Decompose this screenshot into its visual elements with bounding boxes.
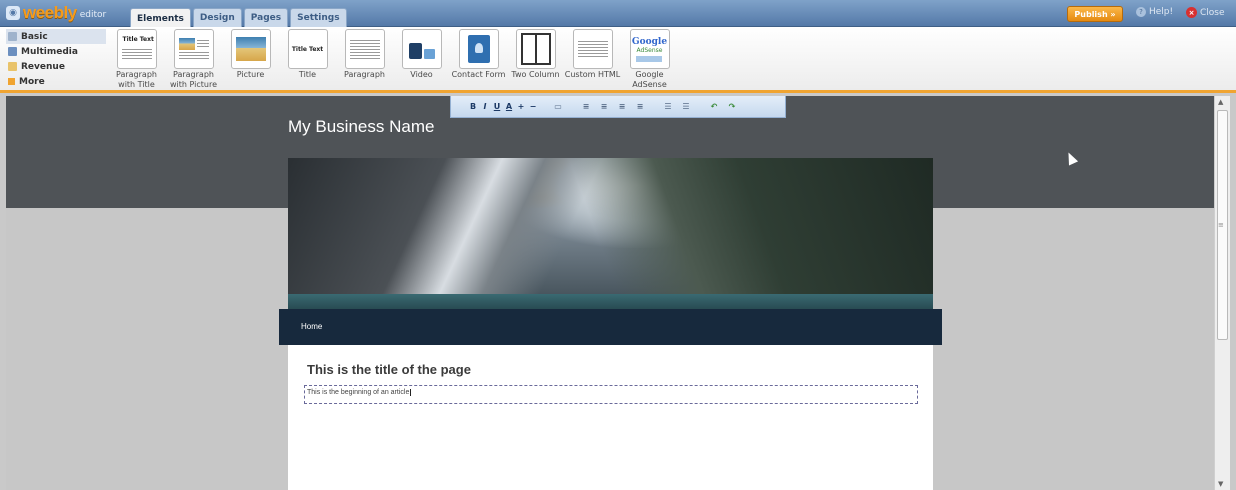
site-navigation: Home bbox=[279, 309, 942, 345]
underline-button[interactable]: U bbox=[493, 102, 501, 111]
help-label: Help! bbox=[1149, 7, 1174, 17]
element-paragraph-with-title[interactable]: Title Text Paragraph with Title bbox=[108, 29, 165, 90]
nav-item-home[interactable]: Home bbox=[301, 322, 322, 331]
video-icon bbox=[401, 29, 442, 69]
category-revenue[interactable]: Revenue bbox=[6, 59, 106, 74]
site-title[interactable]: My Business Name bbox=[288, 117, 434, 137]
revenue-icon bbox=[8, 62, 17, 71]
help-button[interactable]: ? Help! bbox=[1136, 7, 1173, 17]
thumb-title-text: Title Text bbox=[122, 36, 154, 43]
title-icon: Title Text bbox=[287, 29, 328, 69]
logo-text: weebly bbox=[23, 3, 77, 22]
element-custom-html[interactable]: Custom HTML bbox=[564, 29, 621, 90]
text-icon bbox=[8, 32, 17, 41]
increase-font-button[interactable]: + bbox=[517, 102, 525, 111]
font-color-button[interactable]: A bbox=[505, 102, 513, 111]
align-left-icon[interactable]: ≡ bbox=[579, 102, 593, 111]
picture-icon bbox=[230, 29, 271, 69]
close-icon: × bbox=[1186, 7, 1197, 18]
publish-button[interactable]: Publish » bbox=[1067, 6, 1123, 22]
element-label: Contact Form bbox=[451, 70, 506, 79]
logo-subtitle: editor bbox=[79, 10, 107, 20]
page-title[interactable]: This is the title of the page bbox=[307, 362, 471, 377]
element-label: Paragraph with Picture bbox=[169, 70, 218, 89]
contact-form-icon bbox=[458, 29, 499, 69]
bold-button[interactable]: B bbox=[469, 102, 477, 111]
element-label: Two Column bbox=[511, 70, 560, 79]
editor-tabs: Elements Design Pages Settings bbox=[130, 8, 349, 28]
category-label: Multimedia bbox=[21, 46, 78, 57]
element-contact-form[interactable]: Contact Form bbox=[450, 29, 507, 90]
tab-pages[interactable]: Pages bbox=[243, 8, 289, 27]
element-label: Paragraph with Title bbox=[116, 70, 157, 89]
tab-elements[interactable]: Elements bbox=[130, 8, 191, 28]
element-paragraph[interactable]: Paragraph bbox=[336, 29, 393, 90]
italic-button[interactable]: I bbox=[481, 102, 489, 111]
numbered-list-icon[interactable]: ☰ bbox=[661, 102, 675, 111]
paragraph-icon bbox=[344, 29, 385, 69]
thumb-title-text: Title Text bbox=[291, 45, 324, 53]
tab-settings[interactable]: Settings bbox=[290, 8, 347, 27]
element-categories: Basic Multimedia Revenue More bbox=[6, 29, 106, 89]
element-label: Paragraph bbox=[344, 70, 385, 79]
element-list: Title Text Paragraph with Title Paragrap… bbox=[108, 29, 678, 90]
element-video[interactable]: Video bbox=[393, 29, 450, 90]
redo-icon[interactable]: ↷ bbox=[725, 102, 739, 111]
scroll-up-icon[interactable]: ▲ bbox=[1218, 98, 1223, 106]
element-label: Title bbox=[298, 70, 317, 79]
category-label: Revenue bbox=[21, 61, 65, 72]
help-icon: ? bbox=[1136, 7, 1146, 17]
adsense-google-text: Google bbox=[631, 36, 668, 47]
custom-html-icon bbox=[572, 29, 613, 69]
two-column-icon bbox=[515, 29, 556, 69]
close-label: Close bbox=[1200, 7, 1225, 18]
page-content: This is the title of the page This is th… bbox=[288, 345, 933, 490]
element-google-adsense[interactable]: Google AdSense Google AdSense bbox=[621, 29, 678, 90]
weebly-logo-icon: ◉ bbox=[6, 6, 20, 20]
paragraph-with-picture-icon bbox=[173, 29, 214, 69]
media-icon bbox=[8, 47, 17, 56]
article-text-editor[interactable]: This is the beginning of an article bbox=[304, 385, 918, 404]
weebly-logo: ◉ weebly editor bbox=[6, 3, 106, 23]
vertical-scrollbar[interactable]: ▲ ≡ ▼ bbox=[1214, 96, 1230, 490]
category-more[interactable]: More bbox=[6, 74, 106, 89]
element-picture[interactable]: Picture bbox=[222, 29, 279, 90]
adsense-sub-text: AdSense bbox=[636, 46, 663, 54]
bullet-list-icon[interactable]: ☰ bbox=[679, 102, 693, 111]
element-label: Google AdSense bbox=[632, 70, 667, 89]
category-basic[interactable]: Basic bbox=[6, 29, 106, 44]
paragraph-with-title-icon: Title Text bbox=[116, 29, 157, 69]
element-label: Picture bbox=[236, 70, 265, 79]
element-two-column[interactable]: Two Column bbox=[507, 29, 564, 90]
top-bar: ◉ weebly editor Elements Design Pages Se… bbox=[0, 0, 1236, 28]
header-banner-image bbox=[288, 158, 933, 310]
link-icon[interactable]: ▭ bbox=[551, 102, 565, 111]
undo-icon[interactable]: ↶ bbox=[707, 102, 721, 111]
align-right-icon[interactable]: ≡ bbox=[615, 102, 629, 111]
article-text: This is the beginning of an article bbox=[307, 389, 410, 396]
align-justify-icon[interactable]: ≡ bbox=[633, 102, 647, 111]
close-button[interactable]: × Close bbox=[1186, 7, 1225, 18]
category-label: Basic bbox=[21, 31, 48, 42]
category-label: More bbox=[19, 76, 45, 87]
element-title[interactable]: Title Text Title bbox=[279, 29, 336, 90]
element-label: Video bbox=[410, 70, 433, 79]
text-format-toolbar: B I U A + − ▭ ≡ ≡ ≡ ≡ ☰ ☰ ↶ ↷ bbox=[450, 96, 786, 118]
google-adsense-icon: Google AdSense bbox=[629, 29, 670, 69]
element-label: Custom HTML bbox=[564, 70, 621, 79]
scroll-grip-icon: ≡ bbox=[1218, 221, 1224, 229]
category-multimedia[interactable]: Multimedia bbox=[6, 44, 106, 59]
align-center-icon[interactable]: ≡ bbox=[597, 102, 611, 111]
tab-design[interactable]: Design bbox=[192, 8, 242, 27]
element-paragraph-with-picture[interactable]: Paragraph with Picture bbox=[165, 29, 222, 90]
more-arrow-icon bbox=[8, 78, 15, 85]
decrease-font-button[interactable]: − bbox=[529, 102, 537, 111]
elements-panel: Basic Multimedia Revenue More Title Text… bbox=[0, 27, 1236, 93]
scroll-down-icon[interactable]: ▼ bbox=[1218, 480, 1223, 488]
